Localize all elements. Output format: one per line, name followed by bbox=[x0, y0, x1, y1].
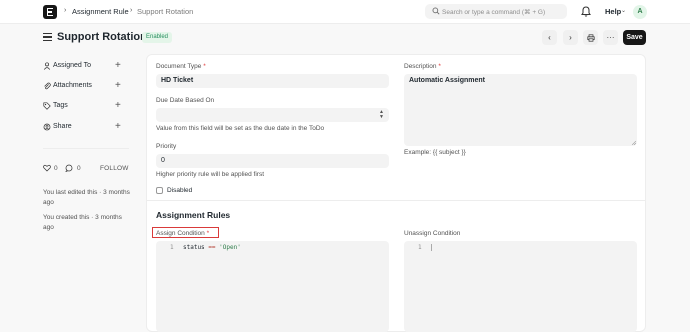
paperclip-icon bbox=[44, 82, 51, 90]
due-date-label: Due Date Based On bbox=[156, 97, 215, 104]
description-help: Example: {{ subject }} bbox=[404, 149, 466, 156]
search-bar[interactable]: Search or type a command (⌘ + G) bbox=[425, 4, 567, 19]
priority-label: Priority bbox=[156, 143, 177, 150]
heart-icon[interactable] bbox=[43, 164, 51, 172]
highlight-annotation bbox=[152, 227, 219, 238]
add-share-icon[interactable]: + bbox=[115, 121, 121, 132]
description-label: Description * bbox=[404, 63, 441, 70]
sidebar-item-attachments[interactable]: Attachments + bbox=[43, 80, 123, 93]
previous-record-button[interactable]: ‹ bbox=[542, 30, 557, 45]
sidebar-item-label: Share bbox=[53, 123, 72, 130]
likes-comments-row: 0 0 FOLLOW bbox=[43, 164, 129, 174]
app-logo[interactable] bbox=[43, 5, 57, 19]
priority-input[interactable]: 0 bbox=[156, 154, 389, 168]
search-placeholder: Search or type a command (⌘ + G) bbox=[442, 8, 546, 16]
breadcrumb-support-rotation[interactable]: Support Rotation bbox=[137, 7, 193, 16]
comment-icon[interactable] bbox=[65, 164, 73, 172]
breadcrumb-assignment-rule[interactable]: Assignment Rule bbox=[72, 7, 129, 16]
help-menu[interactable]: Help bbox=[605, 7, 621, 16]
status-badge: Enabled bbox=[142, 32, 173, 43]
sidebar-item-tags[interactable]: Tags + bbox=[43, 100, 123, 113]
more-options-button[interactable]: ··· bbox=[603, 30, 618, 45]
sidebar-item-assigned-to[interactable]: Assigned To + bbox=[43, 60, 123, 73]
add-attachment-icon[interactable]: + bbox=[115, 80, 121, 91]
tag-icon bbox=[43, 102, 51, 110]
assign-condition-editor[interactable]: 1 status == 'Open' bbox=[156, 241, 389, 332]
section-title-assignment-rules: Assignment Rules bbox=[156, 210, 231, 220]
avatar[interactable]: A bbox=[633, 5, 647, 19]
page-title: Support Rotation bbox=[57, 31, 147, 43]
next-record-button[interactable]: › bbox=[563, 30, 578, 45]
print-button[interactable] bbox=[583, 30, 598, 45]
sidebar-item-share[interactable]: Share + bbox=[43, 121, 123, 134]
save-button[interactable]: Save bbox=[623, 30, 646, 45]
sidebar-divider bbox=[43, 148, 129, 149]
resize-handle-icon[interactable] bbox=[632, 141, 636, 145]
unassign-condition-label: Unassign Condition bbox=[404, 230, 461, 237]
priority-help: Higher priority rule will be applied fir… bbox=[156, 171, 265, 178]
due-date-help: Value from this field will be set as the… bbox=[156, 125, 325, 132]
likes-count: 0 bbox=[54, 165, 58, 172]
sidebar-item-label: Assigned To bbox=[53, 62, 92, 69]
printer-icon bbox=[586, 33, 595, 42]
created-info: You created this · 3 months ago bbox=[43, 214, 122, 231]
chevron-right-icon: › bbox=[64, 7, 67, 14]
description-textarea[interactable]: Automatic Assignment bbox=[404, 74, 637, 146]
top-navbar: › Assignment Rule › Support Rotation Sea… bbox=[0, 0, 690, 24]
select-arrows-icon: ▲ ▼ bbox=[379, 109, 384, 120]
chevron-down-icon: ⌄ bbox=[621, 8, 627, 14]
add-tag-icon[interactable]: + bbox=[115, 100, 121, 111]
disabled-checkbox[interactable] bbox=[156, 187, 163, 194]
document-type-label: Document Type * bbox=[156, 63, 206, 70]
user-icon bbox=[43, 62, 51, 70]
line-number: 1 bbox=[170, 244, 174, 251]
sidebar-toggle-icon[interactable] bbox=[43, 33, 52, 41]
priority-value: 0 bbox=[161, 157, 165, 164]
due-date-select[interactable]: ▲ ▼ bbox=[156, 108, 389, 122]
search-icon bbox=[432, 7, 440, 15]
description-value: Automatic Assignment bbox=[409, 77, 485, 84]
code-line: status == 'Open' bbox=[183, 244, 241, 251]
bell-icon[interactable] bbox=[581, 6, 591, 17]
last-edited-info: You last edited this · 3 months ago bbox=[43, 189, 130, 206]
comments-count: 0 bbox=[77, 165, 81, 172]
line-number: 1 bbox=[418, 244, 422, 251]
sidebar-item-label: Tags bbox=[53, 102, 68, 109]
follow-button[interactable]: FOLLOW bbox=[100, 165, 129, 172]
document-type-input[interactable]: HD Ticket bbox=[156, 74, 389, 88]
section-divider bbox=[147, 200, 645, 201]
chevron-right-icon: › bbox=[130, 7, 133, 14]
unassign-condition-editor[interactable]: 1 bbox=[404, 241, 637, 332]
disabled-label: Disabled bbox=[167, 187, 193, 194]
add-assignee-icon[interactable]: + bbox=[115, 60, 121, 71]
document-type-value: HD Ticket bbox=[161, 77, 194, 84]
share-icon bbox=[43, 123, 51, 131]
text-cursor bbox=[431, 244, 432, 251]
sidebar-item-label: Attachments bbox=[53, 82, 92, 89]
